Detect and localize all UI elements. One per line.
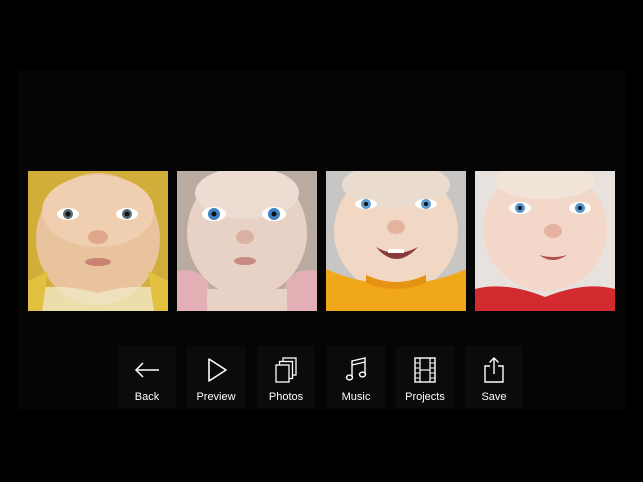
music-note-icon (345, 357, 367, 381)
arrow-left-icon (134, 362, 159, 378)
photos-button[interactable]: Photos (257, 346, 315, 408)
baby-photo-4-image (475, 171, 615, 311)
back-label: Back (134, 391, 160, 403)
photo-thumbnail-2[interactable] (177, 171, 317, 311)
film-strip-icon (414, 357, 436, 383)
play-icon (208, 358, 227, 382)
app-screen: Back Preview Photos Music Projects Save (0, 0, 643, 482)
photo-strip (28, 171, 615, 311)
baby-photo-3-image (326, 171, 466, 311)
photo-thumbnail-4[interactable] (475, 171, 615, 311)
save-label: Save (481, 391, 507, 403)
projects-button[interactable]: Projects (396, 346, 454, 408)
photos-label: Photos (268, 391, 304, 403)
bottom-toolbar: Back Preview Photos Music Projects Save (118, 346, 525, 408)
share-icon (484, 357, 504, 383)
photo-thumbnail-1[interactable] (28, 171, 168, 311)
music-label: Music (341, 391, 371, 403)
photos-stack-icon (275, 357, 297, 383)
baby-photo-2-image (177, 171, 317, 311)
projects-label: Projects (405, 391, 445, 403)
back-button[interactable]: Back (118, 346, 176, 408)
music-button[interactable]: Music (327, 346, 385, 408)
photo-thumbnail-3[interactable] (326, 171, 466, 311)
save-button[interactable]: Save (465, 346, 523, 408)
baby-photo-1-image (28, 171, 168, 311)
preview-label: Preview (196, 391, 236, 403)
preview-button[interactable]: Preview (187, 346, 245, 408)
